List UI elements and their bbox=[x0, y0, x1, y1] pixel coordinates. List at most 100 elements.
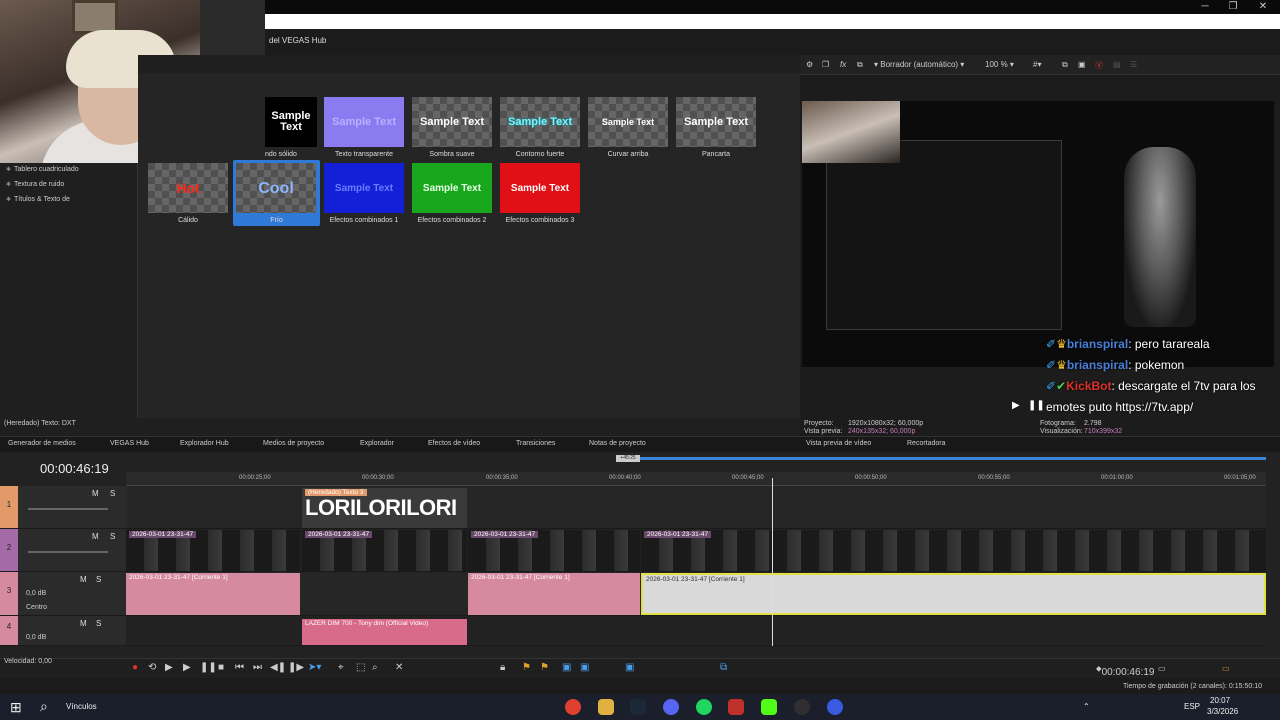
tab-hub-explorer[interactable]: Explorador Hub bbox=[180, 440, 229, 447]
preset-hot[interactable]: Hot Cálido bbox=[148, 163, 228, 229]
tree-item-titulos[interactable]: ✱ Títulos & Texto de bbox=[0, 193, 137, 208]
expand-icon[interactable]: ▭ bbox=[1158, 664, 1166, 673]
restore-button[interactable]: ❐ bbox=[1218, 0, 1248, 14]
preset-combo-2[interactable]: Sample Text Efectos combinados 2 bbox=[412, 163, 492, 229]
tab-video-preview[interactable]: Vista previa de vídeo bbox=[806, 440, 871, 447]
solo-button[interactable]: S bbox=[96, 575, 101, 584]
go-start-icon[interactable]: ⏮ bbox=[235, 662, 244, 673]
mute-button[interactable]: M bbox=[92, 532, 99, 541]
preset-combo-3[interactable]: Sample Text Efectos combinados 3 bbox=[500, 163, 580, 229]
mute-button[interactable]: M bbox=[80, 575, 87, 584]
preset-cool-selected[interactable]: Cool Frío bbox=[233, 160, 320, 226]
lock-icon[interactable]: 🔒︎ bbox=[500, 662, 505, 673]
track-header-1[interactable]: 1 M S bbox=[0, 486, 126, 529]
go-end-icon[interactable]: ⏭ bbox=[253, 662, 262, 673]
chevron-up-icon[interactable]: ⌃ bbox=[1083, 702, 1090, 711]
zoom-dropdown[interactable]: 100 % ▾ bbox=[985, 60, 1014, 69]
preset-banner[interactable]: Sample Text Pancarta bbox=[676, 97, 756, 163]
stop-icon[interactable]: ■ bbox=[218, 662, 224, 673]
overlay-icon[interactable]: ▤ bbox=[1113, 60, 1121, 69]
folder-icon[interactable] bbox=[598, 699, 614, 715]
video-clip[interactable]: 2026-03-01 23-31-47 bbox=[468, 530, 640, 571]
track-header-2[interactable]: 2 M S bbox=[0, 529, 126, 572]
preset-arc-up[interactable]: Sample Text Curvar arriba bbox=[588, 97, 668, 163]
close-button[interactable]: ✕ bbox=[1248, 0, 1278, 14]
loop-icon[interactable]: ⟲ bbox=[148, 662, 156, 673]
loop-region-bar[interactable] bbox=[640, 457, 1266, 460]
preset-transparent[interactable]: Sample Text Texto transparente bbox=[324, 97, 404, 163]
tab-trimmer[interactable]: Recortadora bbox=[907, 440, 946, 447]
vegas-icon[interactable]: Ⓥ bbox=[1095, 60, 1103, 71]
envelope-tool-icon[interactable]: ⌖ bbox=[338, 662, 344, 673]
tree-item-textura[interactable]: ✱ Textura de ruido bbox=[0, 178, 137, 193]
clock-time[interactable]: 20:07 bbox=[1210, 696, 1230, 705]
split-icon[interactable]: ⧉ bbox=[857, 60, 863, 70]
obs-icon[interactable] bbox=[794, 699, 810, 715]
time-ruler[interactable]: 00:00:25;00 00:00:30;00 00:00:35;00 00:0… bbox=[126, 472, 1266, 486]
discord-icon[interactable] bbox=[663, 699, 679, 715]
play-icon[interactable]: ▶ bbox=[183, 662, 191, 673]
render-icon[interactable]: ▭ bbox=[1222, 664, 1230, 673]
play-from-start-icon[interactable]: ▶ bbox=[165, 662, 173, 673]
text-clip[interactable]: (Heredado) Texto 3 LORILORILORI bbox=[302, 488, 467, 528]
video-clip[interactable]: 2026-03-01 23-31-47 bbox=[126, 530, 300, 571]
external-monitor-icon[interactable]: ❐ bbox=[822, 60, 829, 69]
auto-ripple-icon[interactable]: ▣ bbox=[580, 662, 589, 673]
audio-clip-selected[interactable]: 2026-03-01 23-31-47 [Corriente 1] bbox=[641, 573, 1266, 615]
audio-clip[interactable]: 2026-03-01 23-31-47 [Corriente 1] bbox=[468, 573, 640, 615]
tab-project-media[interactable]: Medios de proyecto bbox=[263, 440, 324, 447]
selection-tool-icon[interactable]: ⬚ bbox=[356, 662, 365, 673]
grid-icon[interactable]: #▾ bbox=[1033, 60, 1041, 69]
audio-clip[interactable]: 2026-03-01 23-31-47 [Corriente 1] bbox=[126, 573, 300, 615]
search-label[interactable]: Vínculos bbox=[66, 702, 97, 711]
next-frame-icon[interactable]: ❚▶ bbox=[288, 662, 304, 673]
language-label[interactable]: ESP bbox=[1184, 702, 1200, 711]
minimize-button[interactable]: ─ bbox=[1190, 0, 1220, 14]
quality-dropdown[interactable]: ▾ Borrador (automático) ▾ bbox=[874, 60, 964, 69]
play-icon[interactable]: ▶ bbox=[1012, 400, 1020, 411]
vegas-icon[interactable] bbox=[827, 699, 843, 715]
playhead[interactable] bbox=[772, 478, 773, 646]
chrome-icon[interactable] bbox=[565, 699, 581, 715]
solo-button[interactable]: S bbox=[110, 489, 115, 498]
music-clip[interactable]: LAZER DIM 700 - Tony dim (Official Video… bbox=[302, 619, 467, 645]
pause-icon[interactable]: ❚❚ bbox=[200, 662, 217, 673]
loop-region-label[interactable]: +45:25 bbox=[616, 455, 640, 462]
preset-strong-outline[interactable]: Sample Text Contorno fuerte bbox=[500, 97, 580, 163]
prev-frame-icon[interactable]: ◀❚ bbox=[270, 662, 286, 673]
copy-icon[interactable]: ⧉ bbox=[1062, 60, 1068, 70]
mute-button[interactable]: M bbox=[92, 489, 99, 498]
track-header-4[interactable]: 4 M S 0,0 dB bbox=[0, 616, 126, 646]
tab-video-fx[interactable]: Efectos de vídeo bbox=[428, 440, 480, 447]
video-clip[interactable]: 2026-03-01 23-31-47 bbox=[302, 530, 467, 571]
clock-date[interactable]: 3/3/2026 bbox=[1207, 707, 1238, 716]
preset-soft-shadow[interactable]: Sample Text Sombra suave bbox=[412, 97, 492, 163]
mute-button[interactable]: M bbox=[80, 619, 87, 628]
tab-media-generator[interactable]: Generador de medios bbox=[8, 440, 76, 447]
fx-icon[interactable]: fx bbox=[840, 60, 846, 69]
steam-icon[interactable] bbox=[630, 699, 646, 715]
gear-icon[interactable]: ⚙ bbox=[806, 60, 813, 69]
sync-icon[interactable]: ⧉ bbox=[720, 662, 727, 673]
opacity-slider[interactable] bbox=[28, 508, 108, 510]
track-header-3[interactable]: 3 M S 0,0 dB Centro bbox=[0, 572, 126, 616]
delete-icon[interactable]: ✕ bbox=[395, 662, 403, 673]
snap-icon[interactable]: ▣ bbox=[562, 662, 571, 673]
kick-icon[interactable] bbox=[761, 699, 777, 715]
tree-item-tablero[interactable]: ✱ Tablero cuadriculado bbox=[0, 163, 137, 178]
edit-tool-icon[interactable]: ➤▾ bbox=[308, 662, 321, 673]
tab-project-notes[interactable]: Notas de proyecto bbox=[589, 440, 646, 447]
zoom-tool-icon[interactable]: ⌕ bbox=[372, 662, 378, 673]
windows-icon[interactable]: ⊞ bbox=[10, 699, 22, 716]
pause-icon[interactable]: ❚❚ bbox=[1028, 400, 1045, 411]
menu-icon[interactable]: ☰ bbox=[1130, 60, 1137, 69]
search-icon[interactable]: ⌕ bbox=[40, 698, 48, 715]
marker-icon[interactable]: ⚑ bbox=[522, 662, 531, 673]
preset-solid[interactable]: Sample Text ndo sólido bbox=[265, 97, 317, 163]
spotify-icon[interactable] bbox=[696, 699, 712, 715]
solo-button[interactable]: S bbox=[96, 619, 101, 628]
solo-button[interactable]: S bbox=[110, 532, 115, 541]
region-icon[interactable]: ⚑ bbox=[540, 662, 549, 673]
tab-vegas-hub[interactable]: VEGAS Hub bbox=[110, 440, 149, 447]
save-icon[interactable]: ▣ bbox=[1078, 60, 1086, 69]
